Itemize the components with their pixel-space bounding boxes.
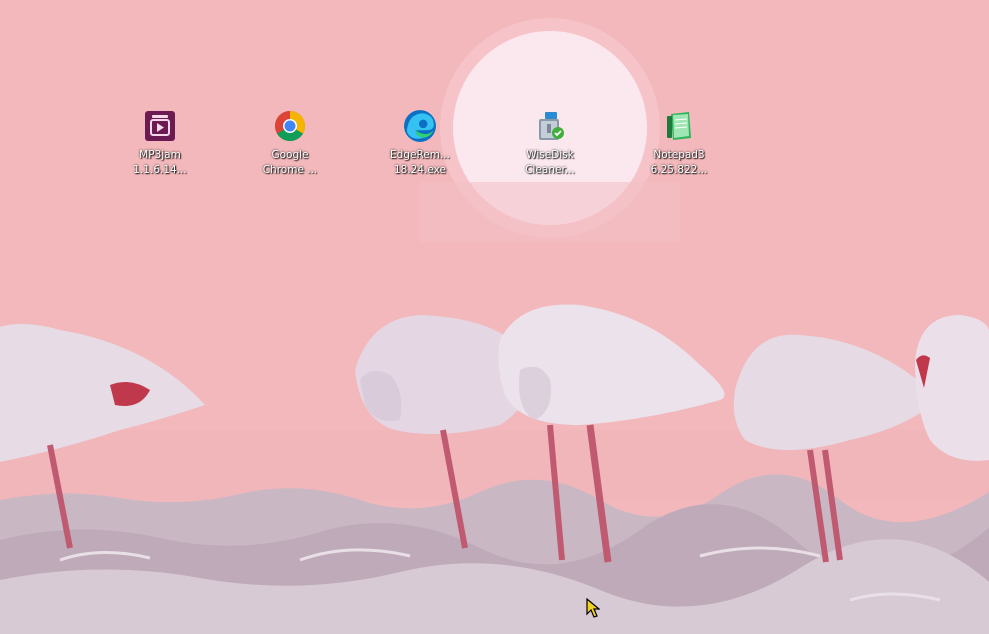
desktop-icon-notepad3[interactable]: Notepad3 6.25.822... [637,108,721,186]
desktop-icon-edgeremover[interactable]: EdgeRem... 18.24.exe [378,108,462,186]
chrome-icon [272,108,308,144]
notepad3-icon [661,108,697,144]
desktop-icon-label: MP3jam 1.1.6.14... [133,149,187,176]
desktop-icon-label: EdgeRem... 18.24.exe [390,149,450,176]
mouse-cursor-icon [586,598,600,618]
mp3jam-icon [142,108,178,144]
desktop-icon-label: Notepad3 6.25.822... [650,149,708,176]
desktop-icon-label: WiseDisk Cleaner... [525,149,575,176]
desktop-wallpaper [0,0,989,634]
desktop-icon-mp3jam[interactable]: MP3jam 1.1.6.14... [118,108,202,186]
desktop-icon-label: Google Chrome ... [262,149,318,176]
edge-icon [402,108,438,144]
desktop-icon-wisedisk-cleaner[interactable]: WiseDisk Cleaner... [508,108,592,186]
wisedisk-cleaner-icon [532,108,568,144]
desktop-icon-google-chrome[interactable]: Google Chrome ... [248,108,332,186]
